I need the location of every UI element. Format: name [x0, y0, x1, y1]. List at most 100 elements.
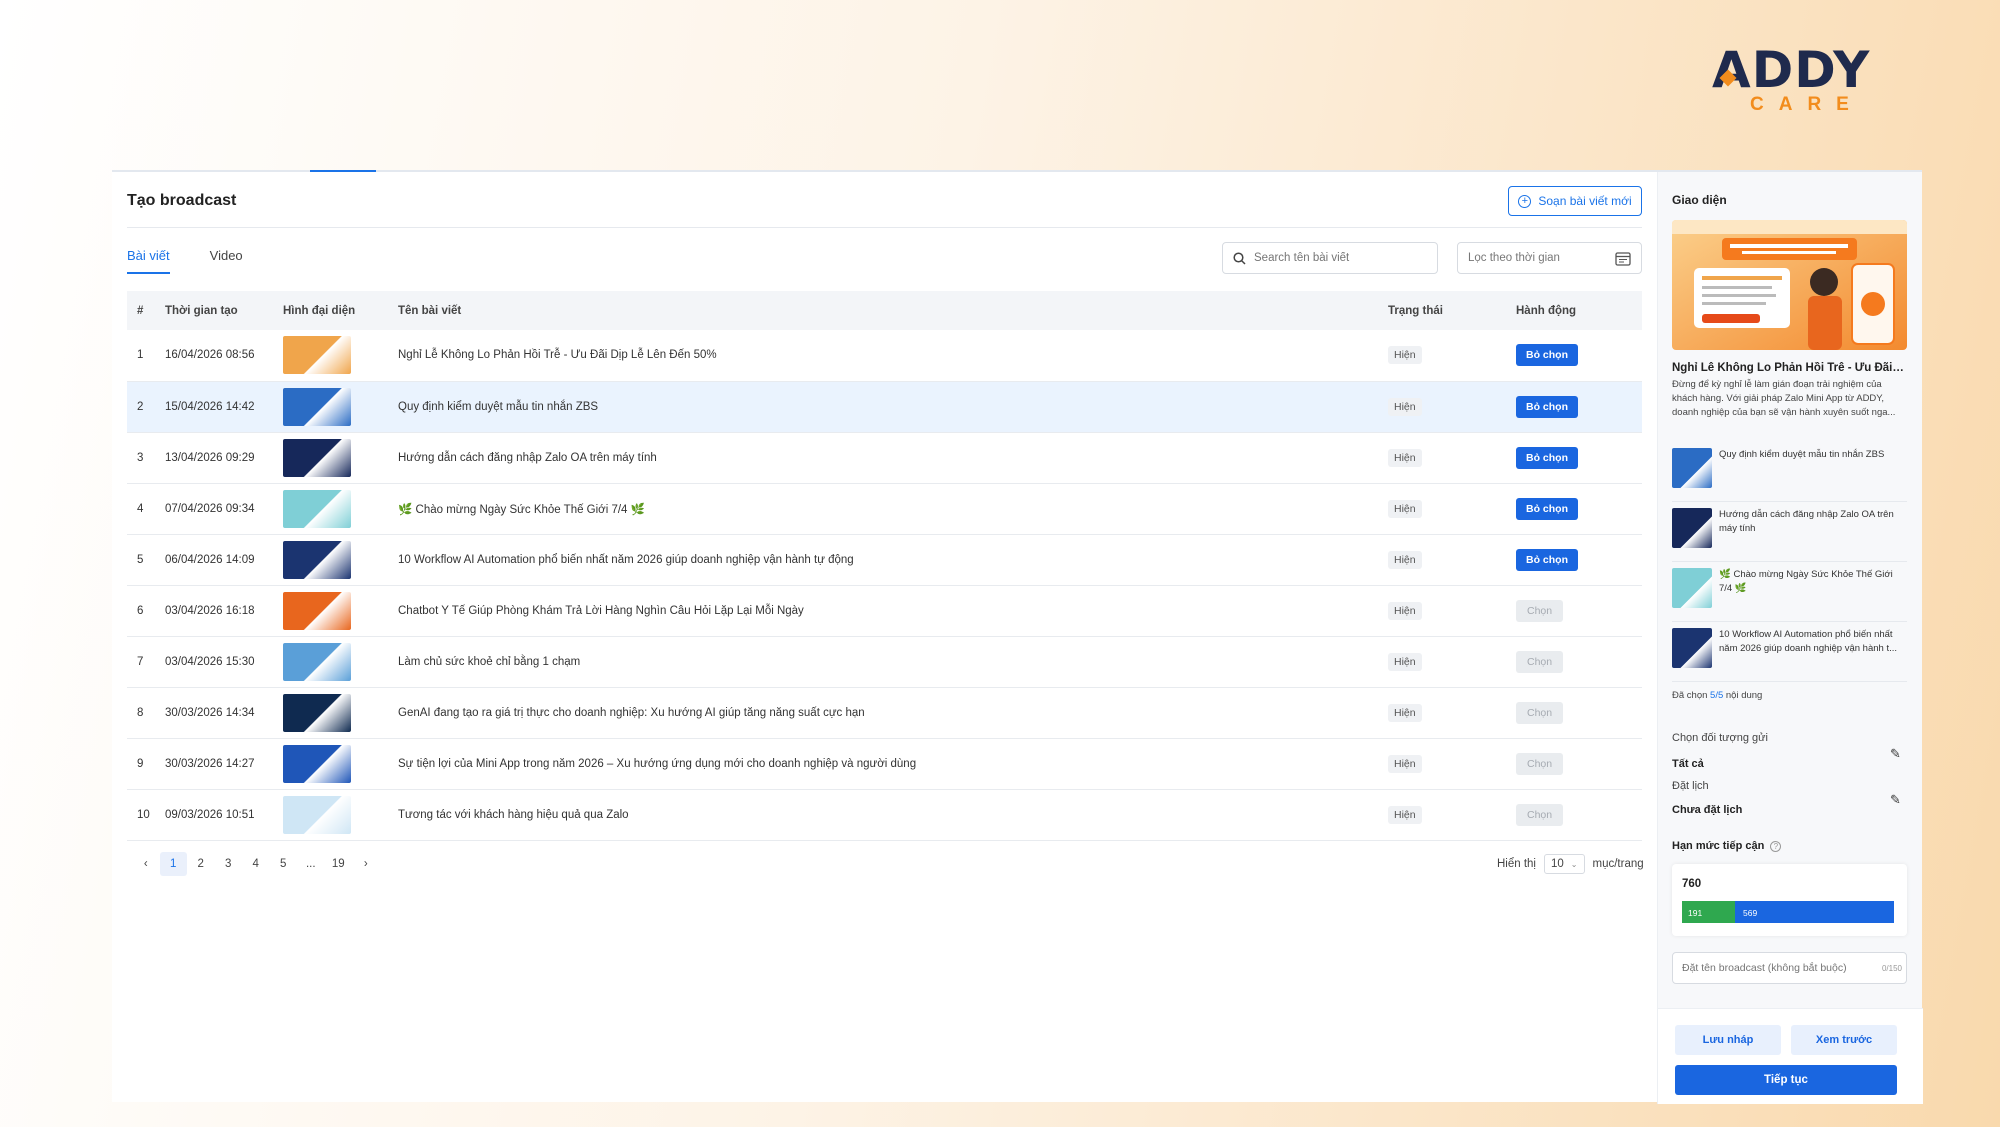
row-status-cell: Hiện — [1388, 534, 1516, 585]
deselect-button[interactable]: Bỏ chọn — [1516, 446, 1578, 469]
row-status-cell: Hiện — [1388, 789, 1516, 840]
quota-title: Hạn mức tiếp cận ? — [1672, 840, 1782, 852]
page-button[interactable]: 5 — [270, 852, 298, 876]
page-size-select[interactable]: 10 ⌄ — [1544, 854, 1585, 874]
selected-list-item: Quy định kiểm duyệt mẫu tin nhắn ZBS — [1672, 442, 1907, 502]
count-suffix: nội dung — [1725, 690, 1763, 701]
row-created-time: 09/03/2026 10:51 — [165, 808, 255, 821]
per-page-label: mục/trang — [1592, 858, 1644, 870]
compose-new-post-button[interactable]: + Soạn bài viết mới — [1508, 186, 1642, 216]
deselect-button[interactable]: Bỏ chọn — [1516, 395, 1578, 418]
row-index: 3 — [137, 451, 144, 464]
row-action-cell: Chọn — [1516, 636, 1642, 687]
row-action-cell: Bỏ chọn — [1516, 381, 1642, 432]
preview-button[interactable]: Xem trước — [1791, 1025, 1897, 1055]
status-badge: Hiện — [1388, 448, 1422, 467]
continue-button[interactable]: Tiếp tục — [1675, 1065, 1897, 1095]
row-created-time: 06/04/2026 14:09 — [165, 553, 255, 566]
save-draft-button[interactable]: Lưu nháp — [1675, 1025, 1781, 1055]
content-tabs: Bài viết Video — [127, 248, 243, 274]
row-thumbnail — [283, 591, 351, 630]
row-post-name: GenAI đang tạo ra giá trị thực cho doanh… — [398, 706, 865, 719]
row-thumbnail — [283, 795, 351, 834]
select-button[interactable]: Chọn — [1516, 599, 1564, 622]
row-post-name: Chatbot Y Tế Giúp Phòng Khám Trả Lời Hàn… — [398, 604, 804, 617]
row-thumbnail-cell — [283, 789, 398, 840]
table-row: 2 15/04/2026 14:42 Quy định kiểm duyệt mẫu… — [127, 381, 1642, 432]
tab-video[interactable]: Video — [210, 248, 243, 274]
preview-banner-image — [1672, 220, 1907, 350]
deselect-button[interactable]: Bỏ chọn — [1516, 548, 1578, 571]
col-thumbnail: Hình đại diện — [283, 304, 356, 317]
table-row: 8 30/03/2026 14:34 GenAI đang tạo ra giá t… — [127, 687, 1642, 738]
page-button[interactable]: 2 — [187, 852, 215, 876]
status-badge: Hiện — [1388, 805, 1422, 824]
prev-page-icon[interactable]: ‹ — [132, 852, 160, 876]
row-index: 4 — [137, 502, 144, 515]
preview-description: Đừng để kỳ nghỉ lễ làm gián đoạn trải ng… — [1672, 379, 1896, 418]
select-button[interactable]: Chọn — [1516, 701, 1564, 724]
page-button[interactable]: 19 — [325, 852, 353, 876]
tab-articles[interactable]: Bài viết — [127, 248, 170, 274]
row-action-cell: Bỏ chọn — [1516, 483, 1642, 534]
row-index: 6 — [137, 604, 144, 617]
page-title: Tạo broadcast — [127, 192, 237, 209]
col-index: # — [137, 304, 144, 317]
row-thumbnail-cell — [283, 330, 398, 381]
row-thumbnail — [283, 336, 351, 375]
row-status-cell: Hiện — [1388, 381, 1516, 432]
select-button[interactable]: Chọn — [1516, 803, 1564, 826]
help-icon[interactable]: ? — [1770, 840, 1782, 852]
item-name: 10 Workflow AI Automation phổ biến nhất … — [1719, 629, 1898, 654]
item-name: Hướng dẫn cách đăng nhập Zalo OA trên má… — [1719, 509, 1894, 534]
select-button[interactable]: Chọn — [1516, 650, 1564, 673]
count-prefix: Đã chọn — [1672, 690, 1708, 701]
row-created-time: 15/04/2026 14:42 — [165, 400, 255, 413]
row-post-name: 🌿 Chào mừng Ngày Sức Khỏe Thế Giới 7/4 🌿 — [398, 503, 645, 516]
preview-headline: Nghỉ Lễ Không Lo Phản Hồi Trễ - Ưu Đãi D… — [1672, 362, 1907, 374]
edit-schedule-icon[interactable]: ✎ — [1890, 792, 1901, 808]
row-action-cell: Bỏ chọn — [1516, 534, 1642, 585]
date-filter[interactable]: Lọc theo thời gian — [1457, 242, 1642, 274]
row-created-time: 07/04/2026 09:34 — [165, 502, 255, 515]
deselect-button[interactable]: Bỏ chọn — [1516, 344, 1578, 367]
item-name: 🌿 Chào mừng Ngày Sức Khỏe Thế Giới 7/4 🌿 — [1719, 569, 1893, 594]
edit-audience-icon[interactable]: ✎ — [1890, 746, 1901, 762]
preview-panel: Giao diện Nghỉ Lễ Không Lo Phản Hồi Trễ … — [1657, 172, 1923, 1104]
deselect-button[interactable]: Bỏ chọn — [1516, 497, 1578, 520]
search-box[interactable] — [1222, 242, 1438, 274]
next-page-icon[interactable]: › — [352, 852, 380, 876]
broadcast-name-field[interactable]: 0/150 — [1672, 952, 1907, 984]
page-button[interactable]: 1 — [159, 852, 187, 876]
row-status-cell: Hiện — [1388, 330, 1516, 381]
row-post-name: Quy định kiểm duyệt mẫu tin nhắn ZBS — [398, 400, 599, 413]
calendar-icon — [1615, 251, 1631, 266]
header-divider — [127, 227, 1642, 228]
select-button[interactable]: Chọn — [1516, 752, 1564, 775]
show-label: Hiển thị — [1497, 858, 1536, 870]
status-badge: Hiện — [1388, 652, 1422, 671]
selected-count: Đã chọn 5/5 nội dung — [1672, 690, 1762, 701]
broadcast-name-input[interactable] — [1682, 962, 1867, 974]
table-row: 6 03/04/2026 16:18 Chatbot Y Tế Giúp Phòng… — [127, 585, 1642, 636]
row-post-name: 10 Workflow AI Automation phổ biến nhất … — [398, 553, 854, 566]
row-thumbnail — [283, 693, 351, 732]
row-index: 7 — [137, 655, 144, 668]
selected-list-item: Hướng dẫn cách đăng nhập Zalo OA trên má… — [1672, 502, 1907, 562]
row-created-time: 16/04/2026 08:56 — [165, 349, 255, 362]
search-input[interactable] — [1254, 252, 1414, 264]
item-thumbnail — [1672, 448, 1712, 488]
row-index: 10 — [137, 808, 150, 821]
row-thumbnail — [283, 438, 351, 477]
panel-title: Giao diện — [1672, 193, 1727, 207]
row-action-cell: Chọn — [1516, 789, 1642, 840]
page-button[interactable]: 3 — [215, 852, 243, 876]
row-index: 8 — [137, 706, 144, 719]
table-row: 1 16/04/2026 08:56 Nghỉ Lễ Không Lo Phản H… — [127, 330, 1642, 381]
selected-list-item: 🌿 Chào mừng Ngày Sức Khỏe Thế Giới 7/4 🌿 — [1672, 562, 1907, 622]
page-button[interactable]: 4 — [242, 852, 270, 876]
row-index: 5 — [137, 553, 144, 566]
quota-label: Hạn mức tiếp cận — [1672, 840, 1765, 852]
table-row: 3 13/04/2026 09:29 Hướng dẫn cách đăng nhậ… — [127, 432, 1642, 483]
char-counter: 0/150 — [1881, 963, 1902, 973]
